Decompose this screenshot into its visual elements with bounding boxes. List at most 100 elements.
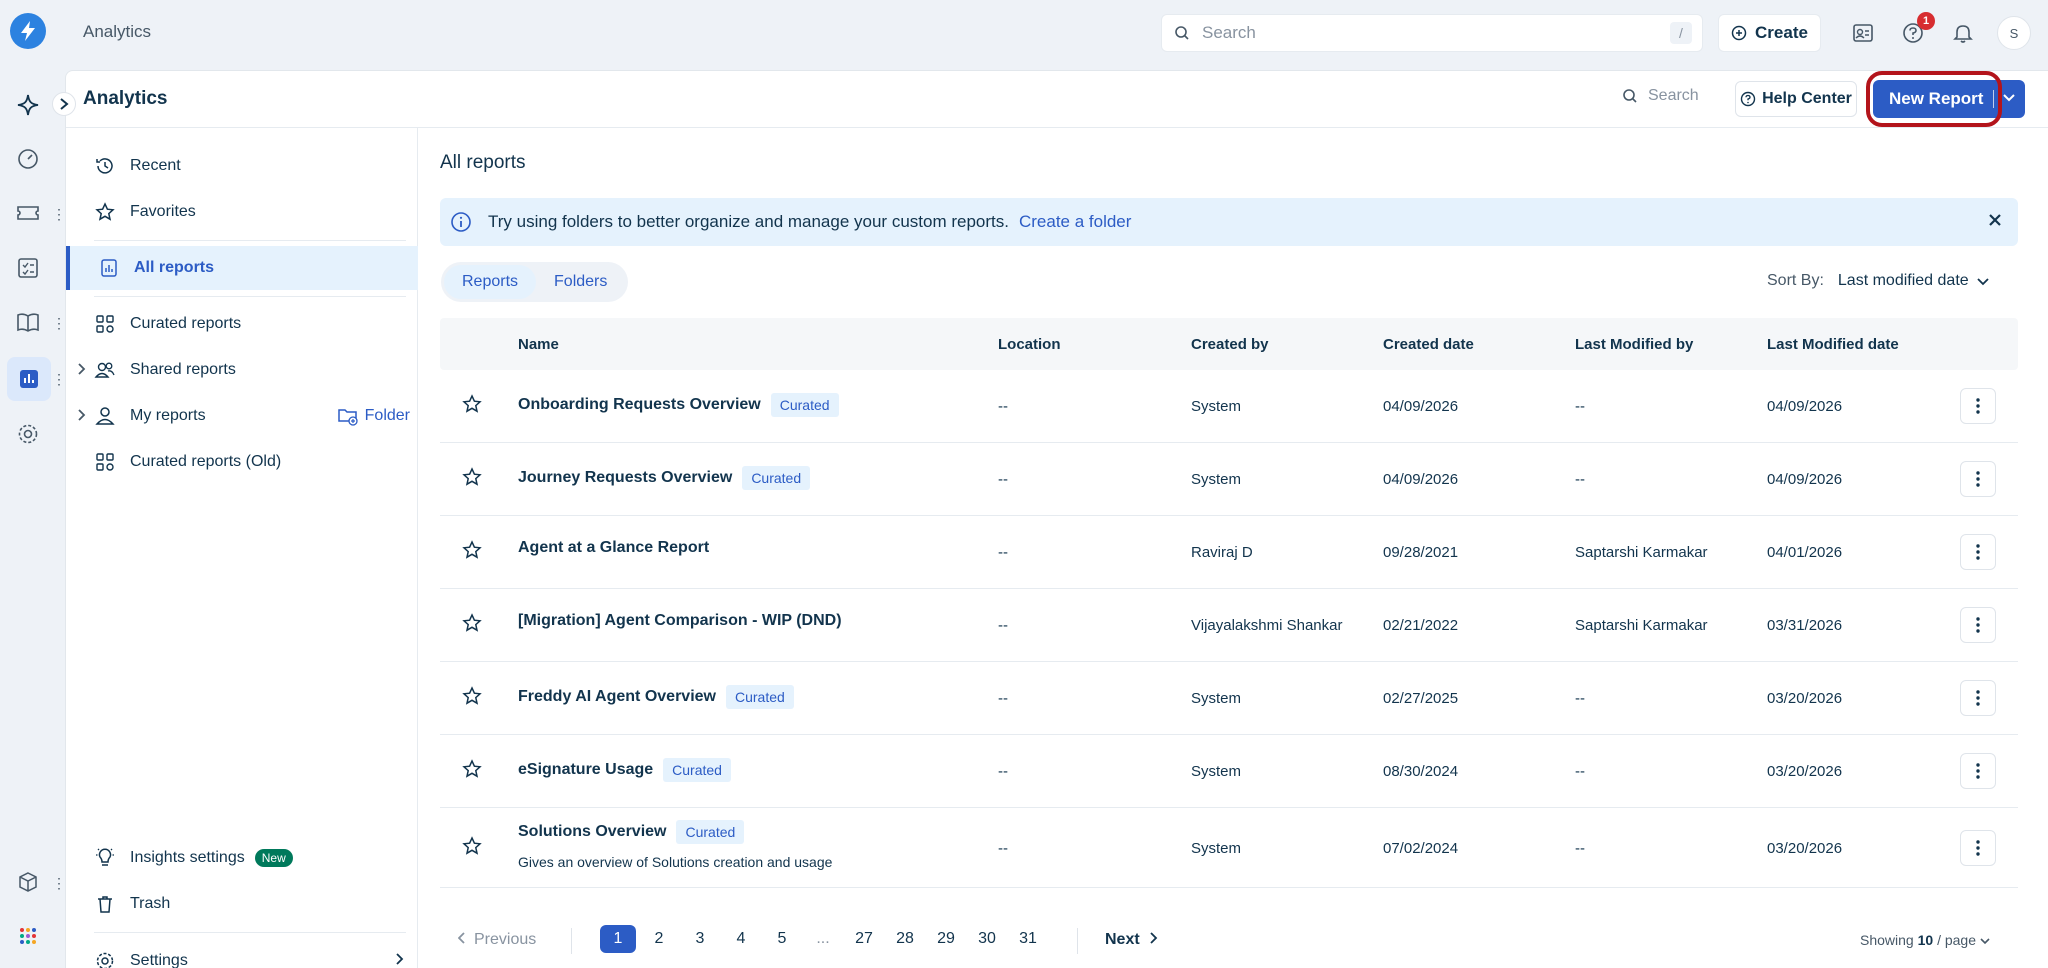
- column-header-created-by[interactable]: Created by: [1191, 336, 1269, 353]
- report-name-link[interactable]: Freddy AI Agent Overview Curated: [518, 685, 794, 709]
- ai-sparkle-icon[interactable]: [12, 89, 44, 121]
- contacts-card-icon[interactable]: [1848, 18, 1878, 48]
- report-name-link[interactable]: [Migration] Agent Comparison - WIP (DND): [518, 612, 842, 630]
- panel-search-button[interactable]: Search: [1622, 87, 1699, 105]
- favorite-star-icon[interactable]: [462, 686, 484, 708]
- last-modified-by-cell: Saptarshi Karmakar: [1575, 617, 1708, 634]
- tab-reports[interactable]: Reports: [444, 265, 537, 299]
- page-number-button[interactable]: 5: [764, 925, 800, 953]
- sidebar-item-shared-reports[interactable]: Shared reports: [66, 348, 418, 392]
- analytics-icon[interactable]: [7, 357, 51, 401]
- pagination-divider: [571, 928, 572, 954]
- table-row[interactable]: [Migration] Agent Comparison - WIP (DND)…: [440, 589, 2018, 662]
- sort-by-label: Sort By:: [1767, 272, 1824, 289]
- app-logo-icon[interactable]: [10, 13, 46, 49]
- next-page-button[interactable]: Next: [1105, 931, 1158, 949]
- new-report-button[interactable]: New Report: [1873, 80, 2025, 118]
- tasks-checklist-icon[interactable]: [12, 252, 44, 284]
- column-header-created-date[interactable]: Created date: [1383, 336, 1474, 353]
- report-name-link[interactable]: eSignature Usage Curated: [518, 758, 731, 782]
- row-more-actions-icon[interactable]: [1960, 461, 1996, 497]
- new-badge: New: [254, 849, 293, 867]
- table-row[interactable]: Freddy AI Agent Overview Curated -- System 0…: [440, 662, 2018, 735]
- chevron-right-icon[interactable]: [78, 408, 86, 424]
- created-by-cell: System: [1191, 840, 1242, 857]
- sidebar-item-settings[interactable]: Settings: [66, 939, 418, 968]
- column-header-name[interactable]: Name: [518, 336, 559, 353]
- help-center-button[interactable]: Help Center: [1735, 81, 1857, 117]
- row-more-actions-icon[interactable]: [1960, 830, 1996, 866]
- column-header-last-modified-by[interactable]: Last Modified by: [1575, 336, 1693, 353]
- favorite-star-icon[interactable]: [462, 759, 484, 781]
- page-number-button[interactable]: 3: [682, 925, 718, 953]
- user-avatar[interactable]: S: [1997, 16, 2031, 50]
- page-number-button[interactable]: 1: [600, 925, 636, 953]
- page-number-button[interactable]: 28: [887, 925, 923, 953]
- admin-gear-icon[interactable]: [12, 418, 44, 450]
- sidebar-item-trash[interactable]: Trash: [66, 882, 418, 926]
- table-row[interactable]: Onboarding Requests Overview Curated -- Sys…: [440, 370, 2018, 443]
- next-label: Next: [1105, 931, 1140, 948]
- favorite-star-icon[interactable]: [462, 613, 484, 635]
- sidebar-item-curated-reports[interactable]: Curated reports: [66, 302, 418, 346]
- sidebar-item-insights-settings[interactable]: Insights settings New: [66, 836, 418, 880]
- apps-more-icon[interactable]: ⋮: [52, 876, 66, 890]
- chevron-down-icon[interactable]: [2003, 89, 2015, 105]
- table-row[interactable]: Solutions Overview Curated Gives an overvi…: [440, 808, 2018, 888]
- report-name-link[interactable]: Agent at a Glance Report: [518, 539, 709, 557]
- table-row[interactable]: eSignature Usage Curated -- System 08/30/202…: [440, 735, 2018, 808]
- row-more-actions-icon[interactable]: [1960, 680, 1996, 716]
- analytics-more-icon[interactable]: ⋮: [52, 372, 66, 386]
- report-name-link[interactable]: Journey Requests Overview Curated: [518, 466, 811, 490]
- chevron-right-icon: [1150, 932, 1157, 944]
- sidebar-item-all-reports[interactable]: All reports: [66, 246, 418, 290]
- apps-cube-icon[interactable]: [12, 866, 44, 898]
- sidebar-item-recent[interactable]: Recent: [66, 144, 418, 188]
- global-search-input[interactable]: Search /: [1161, 14, 1703, 52]
- sort-by-value: Last modified date: [1837, 272, 1969, 289]
- last-modified-date-cell: 03/20/2026: [1767, 840, 1843, 857]
- chevron-right-icon[interactable]: [78, 362, 86, 378]
- favorite-star-icon[interactable]: [462, 467, 484, 489]
- report-name-link[interactable]: Onboarding Requests Overview Curated: [518, 393, 839, 417]
- report-name-link[interactable]: Solutions Overview Curated: [518, 820, 745, 844]
- app-grid-icon[interactable]: [12, 920, 44, 952]
- sidebar-expand-toggle[interactable]: [52, 92, 76, 116]
- close-icon[interactable]: [1988, 210, 2002, 233]
- page-number-button[interactable]: 2: [641, 925, 677, 953]
- knowledge-more-icon[interactable]: ⋮: [52, 316, 66, 330]
- column-header-location[interactable]: Location: [998, 336, 1061, 353]
- knowledge-book-icon[interactable]: [12, 306, 44, 338]
- row-more-actions-icon[interactable]: [1960, 534, 1996, 570]
- page-number-button[interactable]: 30: [969, 925, 1005, 953]
- favorite-star-icon[interactable]: [462, 394, 484, 416]
- table-row[interactable]: Agent at a Glance Report -- Raviraj D 09/28…: [440, 516, 2018, 589]
- dashboard-gauge-icon[interactable]: [12, 143, 44, 175]
- last-modified-date-cell: 03/20/2026: [1767, 763, 1843, 780]
- row-more-actions-icon[interactable]: [1960, 607, 1996, 643]
- sidebar-item-my-reports[interactable]: My reports Folder: [66, 394, 418, 438]
- column-header-last-modified-date[interactable]: Last Modified date: [1767, 336, 1899, 353]
- favorite-star-icon[interactable]: [462, 540, 484, 562]
- favorite-star-icon[interactable]: [462, 836, 484, 858]
- sort-by-control[interactable]: Sort By: Last modified date: [1767, 272, 1989, 290]
- row-more-actions-icon[interactable]: [1960, 753, 1996, 789]
- add-folder-button[interactable]: Folder: [337, 406, 410, 426]
- page-number-button[interactable]: 31: [1010, 925, 1046, 953]
- table-row[interactable]: Journey Requests Overview Curated -- System…: [440, 443, 2018, 516]
- page-number-button[interactable]: 27: [846, 925, 882, 953]
- page-size-selector[interactable]: Showing 10 / page: [1860, 932, 1990, 948]
- create-button[interactable]: Create: [1718, 14, 1821, 52]
- page-number-button[interactable]: 4: [723, 925, 759, 953]
- tickets-more-icon[interactable]: ⋮: [52, 207, 66, 221]
- page-number-button[interactable]: 29: [928, 925, 964, 953]
- row-more-actions-icon[interactable]: [1960, 388, 1996, 424]
- create-folder-link[interactable]: Create a folder: [1019, 212, 1131, 232]
- sidebar-item-curated-reports-old[interactable]: Curated reports (Old): [66, 440, 418, 484]
- bell-icon[interactable]: [1948, 18, 1978, 48]
- sidebar-item-favorites[interactable]: Favorites: [66, 190, 418, 234]
- grid-icon: [94, 451, 116, 473]
- tickets-icon[interactable]: [12, 197, 44, 229]
- previous-page-button[interactable]: Previous: [457, 931, 536, 949]
- tab-folders[interactable]: Folders: [536, 265, 625, 299]
